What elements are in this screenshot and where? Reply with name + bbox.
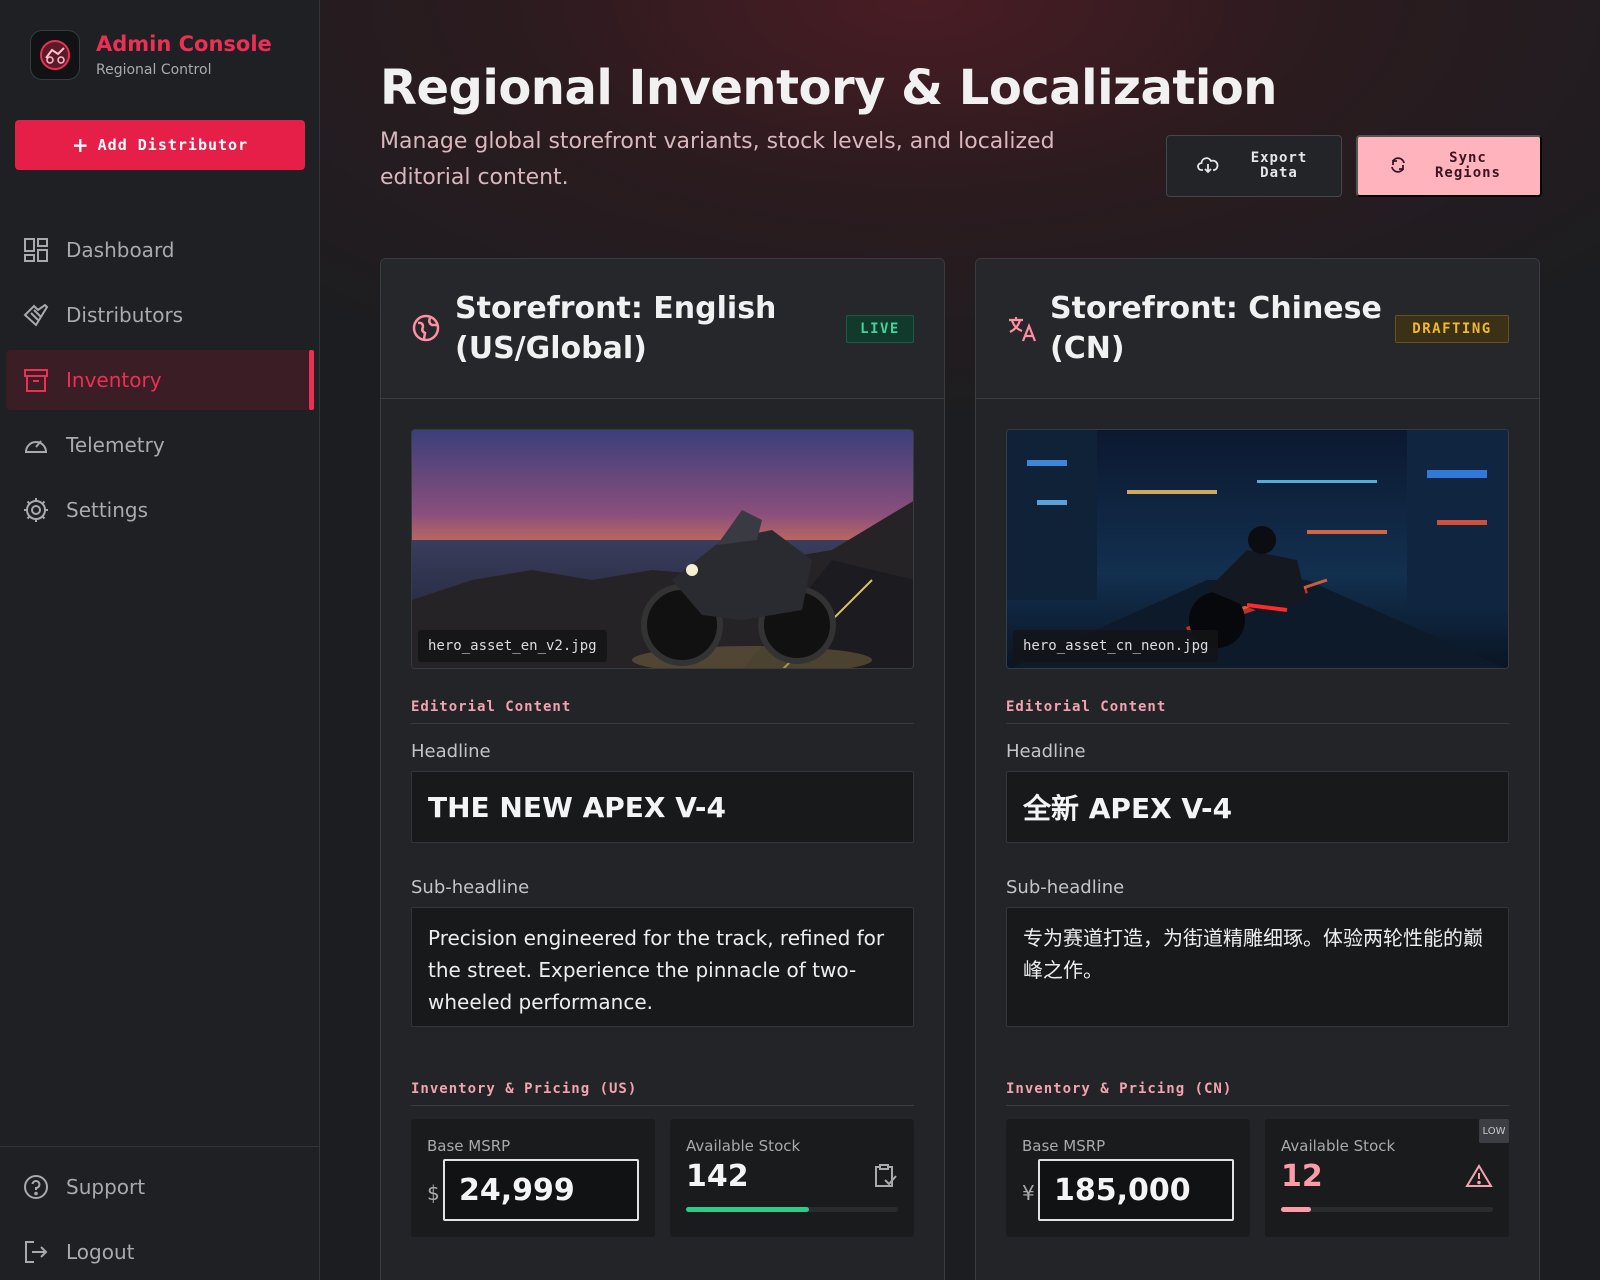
speedometer-icon <box>22 431 50 459</box>
card-title: Storefront: English (US/Global) <box>455 291 777 366</box>
stock-label: Available Stock <box>1281 1137 1396 1155</box>
globe-icon <box>411 313 443 345</box>
sidebar-item-logout[interactable]: Logout <box>6 1222 314 1280</box>
msrp-label: Base MSRP <box>1022 1137 1106 1155</box>
editorial-section-label: Editorial Content <box>1006 699 1509 724</box>
currency-symbol: $ <box>427 1181 440 1205</box>
sidebar-nav: Dashboard Distributors Inventory Telemet… <box>0 220 320 545</box>
main-content: Regional Inventory & Localization Manage… <box>320 0 1600 1280</box>
sidebar-item-telemetry[interactable]: Telemetry <box>6 415 314 475</box>
brand-logo-icon <box>30 30 80 80</box>
stock-box: Available Stock 142 <box>670 1119 914 1237</box>
msrp-box: Base MSRP ¥ 185,000 <box>1006 1119 1250 1237</box>
brand: Admin Console Regional Control <box>30 30 272 80</box>
msrp-input[interactable]: 24,999 <box>443 1159 639 1221</box>
sidebar-item-label: Distributors <box>66 303 184 327</box>
currency-symbol: ¥ <box>1022 1181 1035 1205</box>
msrp-box: Base MSRP $ 24,999 <box>411 1119 655 1237</box>
headline-label: Headline <box>411 741 491 762</box>
add-distributor-button[interactable]: + Add Distributor <box>15 120 305 170</box>
sync-regions-label: Sync Regions <box>1434 150 1501 181</box>
stock-label: Available Stock <box>686 1137 801 1155</box>
card-header: Storefront: Chinese (CN) DRAFTING <box>976 259 1539 399</box>
status-badge: DRAFTING <box>1395 315 1509 343</box>
sidebar-item-dashboard[interactable]: Dashboard <box>6 220 314 280</box>
storefront-card-cn: Storefront: Chinese (CN) DRAFTING hero_a… <box>975 258 1540 1280</box>
plus-icon: + <box>71 133 90 157</box>
card-header: Storefront: English (US/Global) LIVE <box>381 259 944 399</box>
sidebar-item-label: Telemetry <box>66 433 165 457</box>
page-title: Regional Inventory & Localization <box>380 60 1277 116</box>
storefront-card-en: Storefront: English (US/Global) LIVE her… <box>380 258 945 1280</box>
sync-regions-button[interactable]: Sync Regions <box>1356 135 1542 197</box>
subheadline-textarea[interactable]: 专为赛道打造，为街道精雕细琢。体验两轮性能的巅峰之作。 <box>1006 907 1509 1027</box>
stock-level-bar <box>686 1207 898 1212</box>
stock-value: 142 <box>686 1159 749 1194</box>
hero-filename: hero_asset_cn_neon.jpg <box>1013 630 1219 662</box>
stock-box: LOW Available Stock 12 <box>1265 1119 1509 1237</box>
msrp-label: Base MSRP <box>427 1137 511 1155</box>
sidebar-bottom: Support Logout <box>0 1146 320 1280</box>
card-title: Storefront: Chinese (CN) <box>1050 291 1382 366</box>
hero-filename: hero_asset_en_v2.jpg <box>418 630 607 662</box>
low-stock-tag: LOW <box>1479 1119 1509 1143</box>
sidebar-item-label: Logout <box>66 1240 135 1264</box>
sidebar-item-label: Settings <box>66 498 149 522</box>
stock-level-fill <box>1281 1207 1311 1212</box>
help-icon <box>22 1173 50 1201</box>
gear-icon <box>22 496 50 524</box>
logout-icon <box>22 1238 50 1266</box>
brand-subtitle: Regional Control <box>96 62 212 78</box>
page-subtitle: Manage global storefront variants, stock… <box>380 129 1055 190</box>
dashboard-icon <box>22 236 50 264</box>
sync-icon <box>1388 155 1408 178</box>
headline-label: Headline <box>1006 741 1086 762</box>
status-badge: LIVE <box>846 315 914 343</box>
archive-icon <box>22 366 50 394</box>
stock-value: 12 <box>1281 1159 1323 1194</box>
sidebar-item-distributors[interactable]: Distributors <box>6 285 314 345</box>
translate-icon <box>1006 313 1038 345</box>
subheadline-label: Sub-headline <box>1006 877 1125 898</box>
warning-icon <box>1465 1163 1493 1193</box>
sidebar-item-inventory[interactable]: Inventory <box>6 350 314 410</box>
sidebar-item-settings[interactable]: Settings <box>6 480 314 540</box>
hero-image[interactable]: hero_asset_cn_neon.jpg <box>1006 429 1509 669</box>
clipboard-check-icon <box>872 1163 898 1193</box>
subheadline-label: Sub-headline <box>411 877 530 898</box>
sidebar-item-label: Dashboard <box>66 238 175 262</box>
sidebar-item-support[interactable]: Support <box>6 1157 314 1217</box>
sidebar-item-label: Support <box>66 1175 146 1199</box>
inventory-section-label: Inventory & Pricing (CN) <box>1006 1081 1509 1106</box>
stock-level-bar <box>1281 1207 1493 1212</box>
subheadline-textarea[interactable]: Precision engineered for the track, refi… <box>411 907 914 1027</box>
editorial-section-label: Editorial Content <box>411 699 914 724</box>
headline-input[interactable]: 全新 APEX V-4 <box>1006 771 1509 843</box>
export-data-label: Export Data <box>1250 150 1308 181</box>
stock-level-fill <box>686 1207 809 1212</box>
brand-title: Admin Console <box>96 32 272 56</box>
export-data-button[interactable]: Export Data <box>1166 135 1342 197</box>
add-distributor-label: Add Distributor <box>97 136 249 154</box>
handshake-icon <box>22 301 50 329</box>
msrp-input[interactable]: 185,000 <box>1038 1159 1234 1221</box>
cloud-download-icon <box>1197 156 1219 177</box>
headline-input[interactable]: THE NEW APEX V-4 <box>411 771 914 843</box>
sidebar-item-label: Inventory <box>66 368 162 392</box>
inventory-section-label: Inventory & Pricing (US) <box>411 1081 914 1106</box>
hero-image[interactable]: hero_asset_en_v2.jpg <box>411 429 914 669</box>
sidebar: Admin Console Regional Control + Add Dis… <box>0 0 320 1280</box>
